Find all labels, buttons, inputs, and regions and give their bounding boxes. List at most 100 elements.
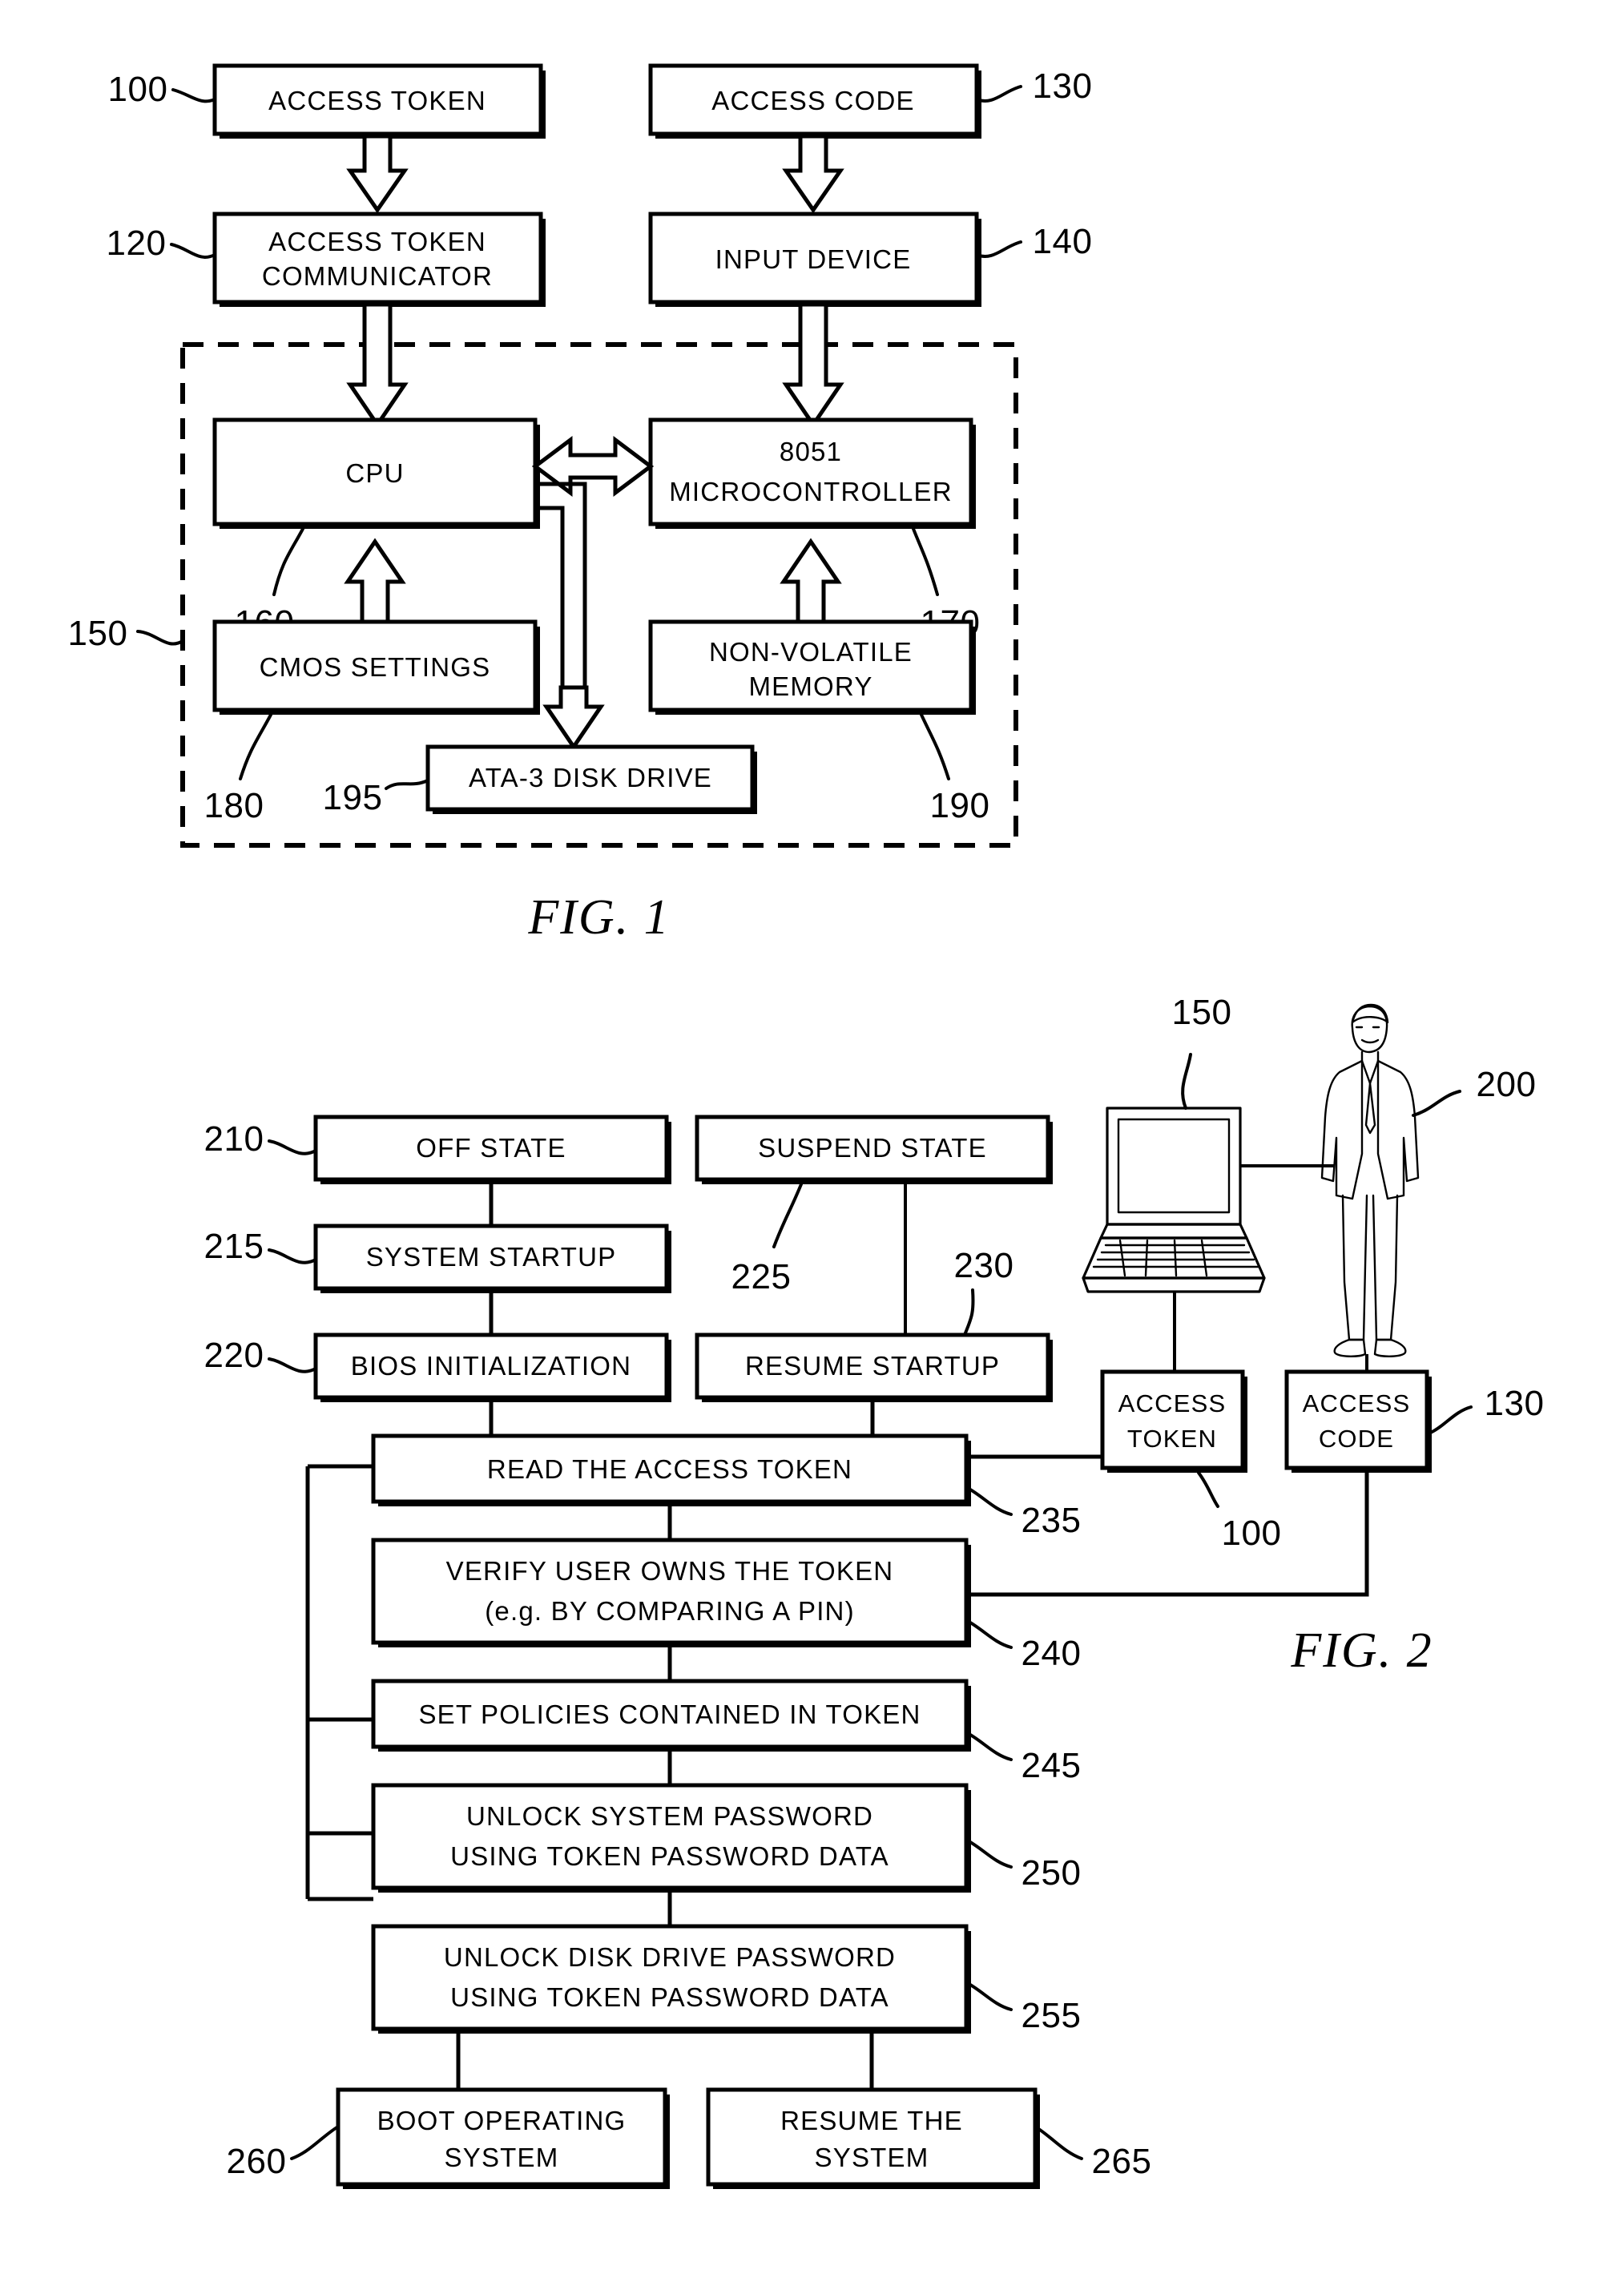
- set-policies-label: SET POLICIES CONTAINED IN TOKEN: [418, 1699, 921, 1729]
- patent-figures-svg: ACCESS TOKEN 100 ACCESS TOKEN COMMUNICAT…: [68, 63, 1545, 2189]
- fig2-access-code-ref-number: 130: [1485, 1384, 1545, 1423]
- access-code-label: ACCESS CODE: [711, 86, 914, 115]
- read-token-ref-number: 235: [1022, 1501, 1082, 1540]
- unlock-system-label-line1: UNLOCK SYSTEM PASSWORD: [466, 1801, 873, 1831]
- arrow-cpu-to-disk-drive-icon: [542, 685, 605, 751]
- fig2-access-token-label-line1: ACCESS: [1118, 1389, 1227, 1417]
- user-collar-icon: [1360, 1059, 1380, 1085]
- unlock-system-ref-number: 250: [1022, 1853, 1082, 1893]
- laptop-leader-line: [1181, 1053, 1192, 1110]
- boot-os-label-line2: SYSTEM: [445, 2143, 559, 2172]
- user-mouth-icon: [1360, 1038, 1380, 1044]
- system-startup-label: SYSTEM STARTUP: [366, 1242, 617, 1272]
- patent-drawing-sheet: ACCESS TOKEN 100 ACCESS TOKEN COMMUNICAT…: [0, 0, 1624, 2282]
- laptop-lid-icon: [1106, 1107, 1242, 1226]
- cpu-label: CPU: [345, 458, 404, 488]
- system-startup-ref-number: 215: [204, 1227, 264, 1266]
- microcontroller-label-line2: MICROCONTROLLER: [669, 477, 953, 506]
- access-token-leader-line: [171, 88, 216, 103]
- boot-os-label-line1: BOOT OPERATING: [377, 2106, 627, 2135]
- nonvolatile-memory-label-line1: NON-VOLATILE: [709, 637, 913, 667]
- bios-init-ref-number: 220: [204, 1336, 264, 1375]
- communicator-leader-line: [170, 243, 216, 259]
- unlock-system-leader-line: [965, 1838, 1013, 1869]
- fig2-access-code-leader-line: [1425, 1405, 1473, 1436]
- unlock-disk-label-line1: UNLOCK DISK DRIVE PASSWORD: [444, 1942, 896, 1972]
- input-device-leader-line: [975, 240, 1022, 258]
- user-jacket-left-icon: [1320, 1059, 1364, 1200]
- access-token-label: ACCESS TOKEN: [268, 86, 486, 115]
- fig2-access-code-box: [1284, 1369, 1429, 1470]
- cpu-leader-line: [272, 527, 304, 596]
- resume-startup-label: RESUME STARTUP: [745, 1351, 1000, 1381]
- resume-system-label-line2: SYSTEM: [815, 2143, 929, 2172]
- cpu-to-disk-bus-outer: [535, 482, 587, 693]
- unlock-disk-ref-number: 255: [1022, 1996, 1082, 2035]
- disk-drive-leader-line: [385, 779, 429, 790]
- arrow-input-device-to-microcontroller-icon: [782, 302, 844, 429]
- bios-init-leader-line: [268, 1357, 317, 1373]
- standing-user-illustration: [1320, 1003, 1420, 1357]
- input-device-label: INPUT DEVICE: [715, 244, 912, 274]
- set-policies-ref-number: 245: [1022, 1746, 1082, 1785]
- nonvolatile-memory-leader-line: [920, 713, 950, 780]
- arrow-cmos-to-cpu-icon: [344, 538, 406, 624]
- disk-drive-label: ATA-3 DISK DRIVE: [469, 763, 712, 792]
- figure-2: OFF STATE 210 SYSTEM STARTUP 215 BIOS IN…: [204, 993, 1545, 2189]
- enclosure-ref-number: 150: [68, 614, 128, 653]
- boot-os-ref-number: 260: [227, 2142, 287, 2181]
- laptop-screen-icon: [1117, 1118, 1231, 1214]
- fig2-access-token-box: [1100, 1369, 1245, 1470]
- access-token-communicator-label-line2: COMMUNICATOR: [262, 261, 493, 291]
- suspend-state-label: SUSPEND STATE: [758, 1133, 987, 1163]
- suspend-state-leader-line: [772, 1183, 803, 1248]
- arrow-code-to-input-device-icon: [782, 134, 844, 214]
- bios-init-label: BIOS INITIALIZATION: [351, 1351, 631, 1381]
- figure-2-caption: FIG. 2: [1290, 1623, 1433, 1678]
- off-state-label: OFF STATE: [416, 1133, 566, 1163]
- cmos-settings-leader-line: [239, 713, 272, 780]
- figure-1-caption: FIG. 1: [527, 890, 670, 945]
- microcontroller-leader-line: [912, 527, 939, 596]
- user-neck-icon: [1360, 1050, 1380, 1062]
- user-hair-icon: [1351, 1003, 1389, 1024]
- user-shoe-right-icon: [1373, 1338, 1407, 1357]
- resume-startup-ref-number: 230: [954, 1246, 1014, 1285]
- user-jacket-right-icon: [1376, 1059, 1420, 1200]
- cmos-settings-ref-number: 180: [204, 786, 264, 825]
- suspend-state-ref-number: 225: [731, 1257, 792, 1296]
- fig2-access-code-label-line2: CODE: [1319, 1425, 1394, 1453]
- resume-system-ref-number: 265: [1092, 2142, 1152, 2181]
- verify-user-label-line2: (e.g. BY COMPARING A PIN): [485, 1596, 855, 1626]
- communicator-ref-number: 120: [107, 224, 167, 263]
- laptop-base-front-icon: [1082, 1276, 1266, 1293]
- read-token-label: READ THE ACCESS TOKEN: [487, 1454, 852, 1484]
- laptop-computer-illustration: [1082, 1107, 1266, 1293]
- arrow-token-to-communicator-icon: [346, 134, 409, 214]
- microcontroller-label-line1: 8051: [780, 437, 842, 466]
- nonvolatile-memory-label-line2: MEMORY: [748, 671, 872, 701]
- microcontroller-box: [648, 417, 973, 526]
- arrow-communicator-to-cpu-icon: [346, 302, 409, 429]
- unlock-disk-leader-line: [965, 1981, 1013, 2011]
- user-shoe-left-icon: [1333, 1338, 1367, 1357]
- cmos-settings-label: CMOS SETTINGS: [260, 652, 491, 682]
- access-code-ref-number: 130: [1033, 67, 1093, 106]
- arrow-memory-to-microcontroller-icon: [780, 538, 842, 624]
- user-tie-icon: [1364, 1082, 1376, 1135]
- user-leg-right-icon: [1372, 1194, 1399, 1341]
- enclosure-leader-line: [136, 630, 184, 646]
- access-token-ref-number: 100: [108, 70, 168, 109]
- laptop-hinge-icon: [1099, 1223, 1248, 1240]
- resume-system-leader-line: [1034, 2125, 1083, 2160]
- input-device-ref-number: 140: [1033, 222, 1093, 261]
- figure-1: ACCESS TOKEN 100 ACCESS TOKEN COMMUNICAT…: [68, 63, 1093, 945]
- laptop-keyboard-deck-icon: [1082, 1236, 1266, 1280]
- verify-user-ref-number: 240: [1022, 1634, 1082, 1673]
- boot-os-leader-line: [290, 2125, 340, 2160]
- verify-user-leader-line: [965, 1619, 1013, 1649]
- user-ref-number: 200: [1477, 1065, 1537, 1104]
- set-policies-leader-line: [965, 1731, 1013, 1761]
- fig2-access-token-label-line2: TOKEN: [1127, 1425, 1217, 1453]
- fig2-access-token-ref-number: 100: [1222, 1514, 1282, 1553]
